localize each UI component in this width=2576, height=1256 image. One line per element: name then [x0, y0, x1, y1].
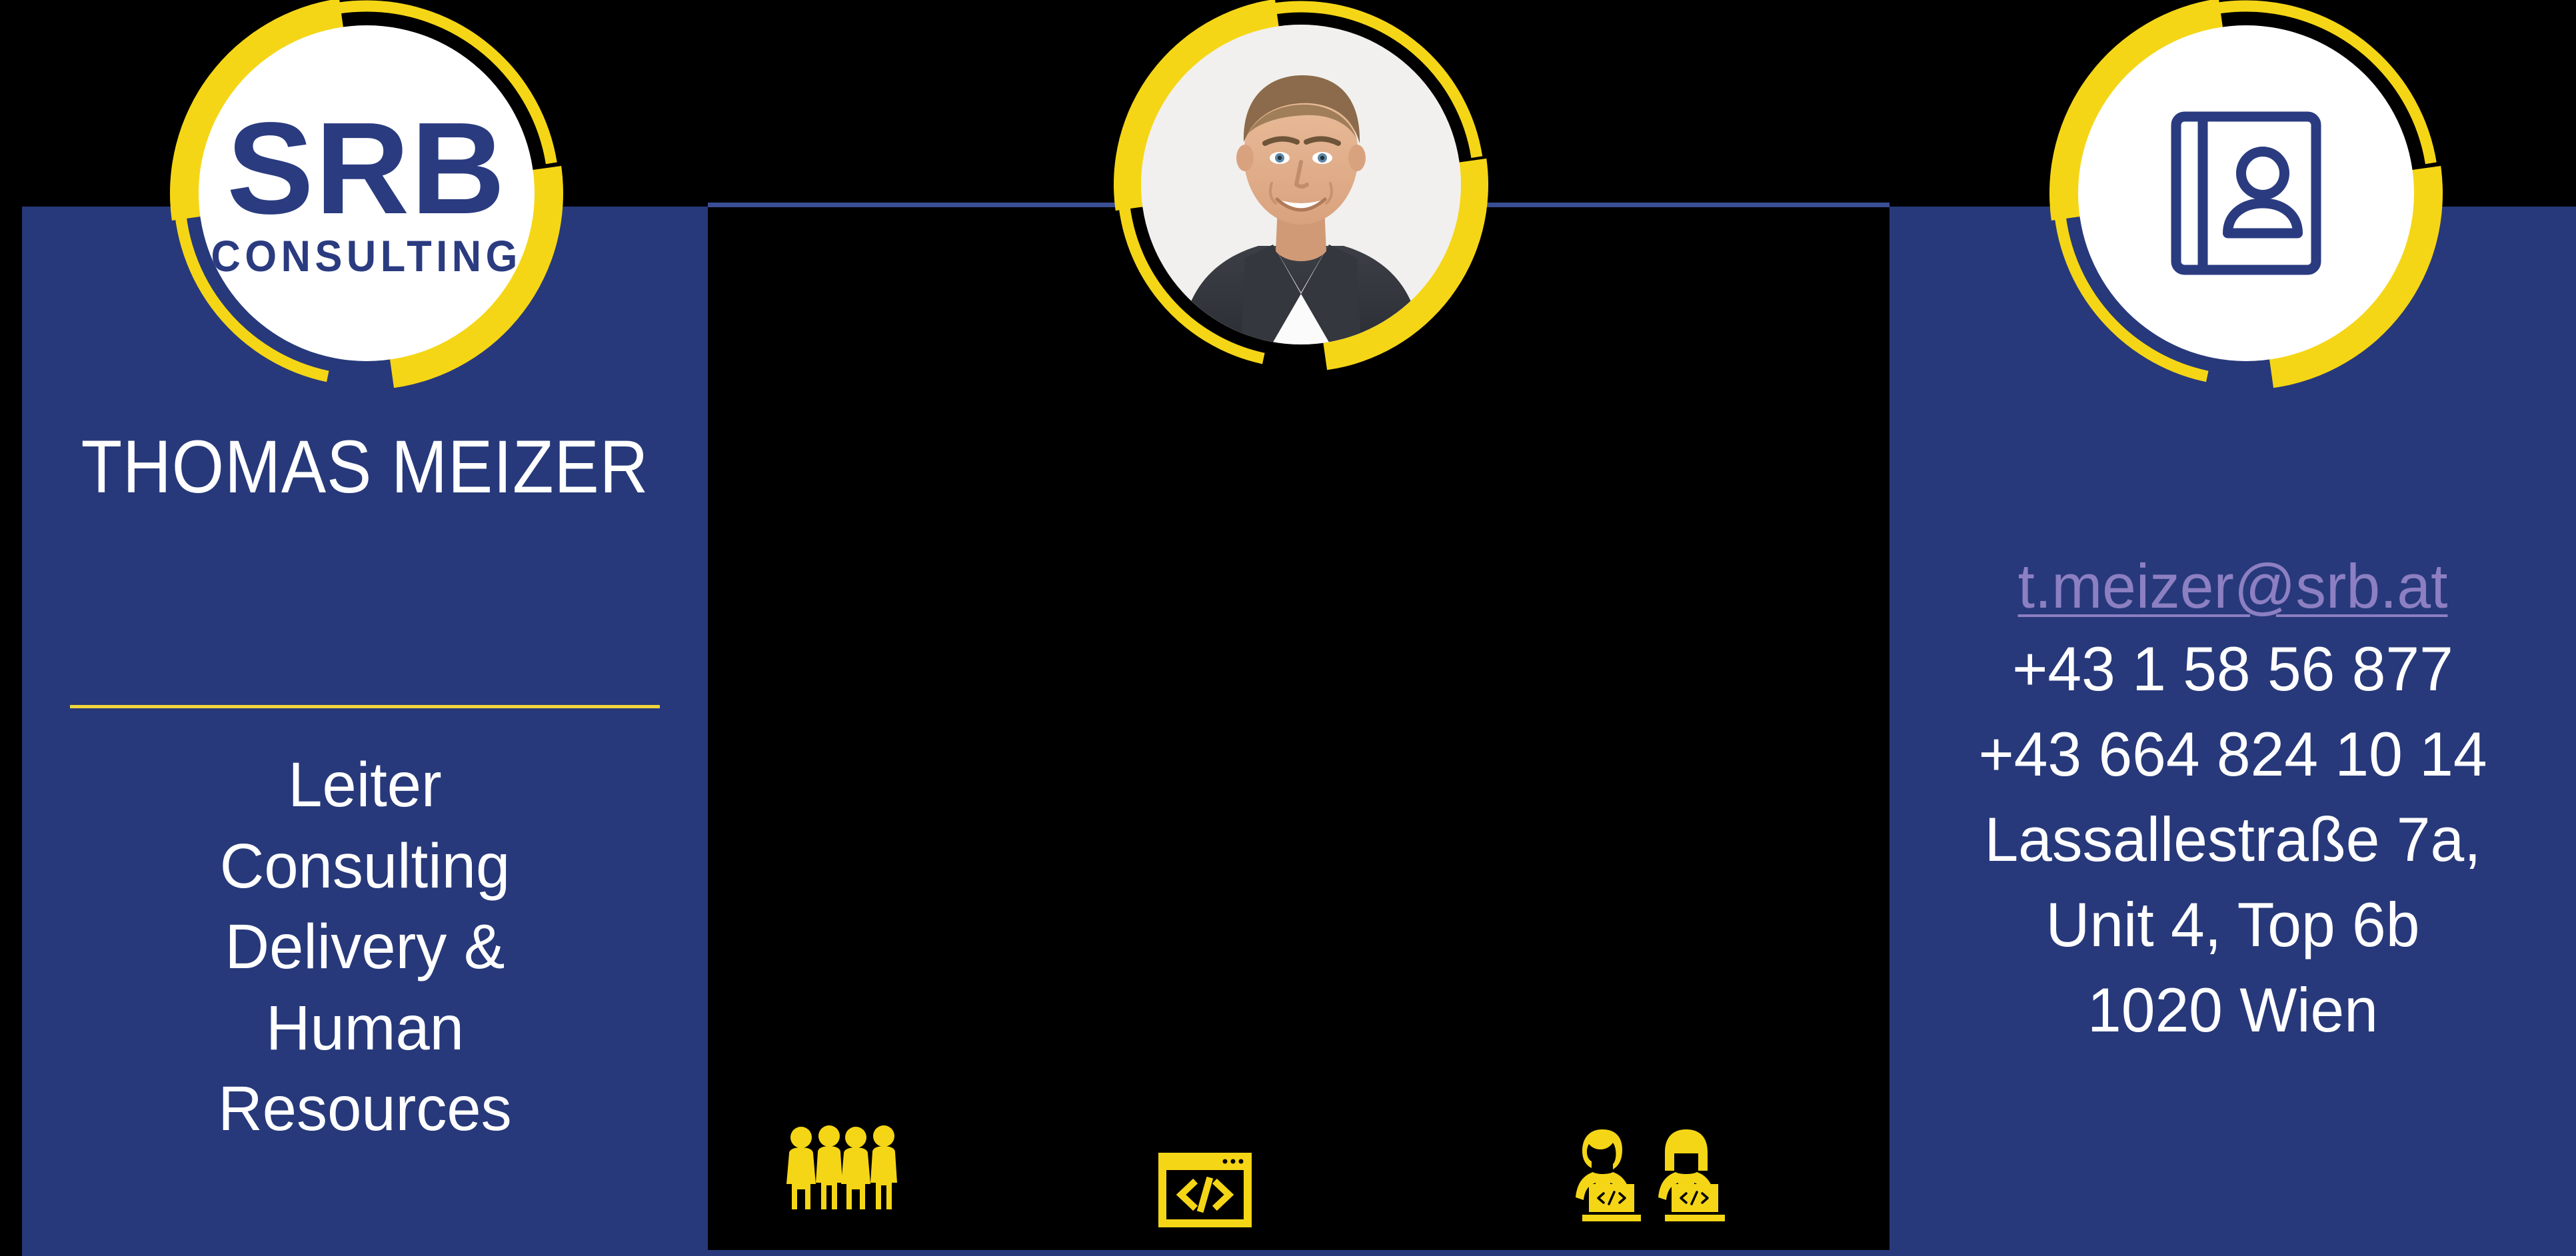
srb-logo-badge: SRB CONSULTING [160, 0, 573, 400]
logo-disc: SRB CONSULTING [199, 25, 535, 361]
portrait-photo [1141, 25, 1461, 344]
team-group-icon [786, 1125, 897, 1209]
email-link[interactable]: t.meizer@srb.at [1906, 546, 2559, 626]
phone-office[interactable]: +43 1 58 56 877 [1906, 626, 2559, 712]
center-bottom-divider [708, 1250, 1890, 1256]
contact-book-disc [2078, 25, 2414, 361]
contact-book-badge [2039, 0, 2453, 400]
developers-at-laptops-icon [1576, 1129, 1725, 1221]
address-line-2: Unit 4, Top 6b [2045, 889, 2420, 959]
person-name: THOMAS MEIZER [81, 425, 649, 508]
address-line-3: 1020 Wien [2087, 974, 2378, 1045]
address-line-1: Lassallestraße 7a, [1984, 804, 2481, 874]
business-card-signature: SRB CONSULTING THOMAS MEIZER Leiter Cons… [0, 0, 2576, 1256]
role-line: Leiter [288, 750, 442, 820]
portrait-disc [1141, 25, 1461, 344]
srb-logo-primary: SRB [227, 95, 507, 241]
role-title: Leiter Consulting Delivery & Human Resou… [50, 745, 680, 1150]
portrait-badge [1104, 0, 1498, 381]
srb-wordmark: SRB CONSULTING [199, 95, 533, 281]
role-line: Human [265, 992, 465, 1063]
role-line: Consulting [219, 830, 511, 902]
contact-book-icon [2171, 111, 2321, 275]
service-icon-strip [708, 1093, 1890, 1250]
contact-details: t.meizer@srb.at +43 1 58 56 877 +43 664 … [1896, 546, 2569, 1052]
role-line: Delivery & [225, 912, 505, 983]
srb-logo-secondary: CONSULTING [211, 231, 523, 281]
role-divider [70, 705, 660, 708]
role-line: Resources [218, 1073, 512, 1145]
phone-mobile[interactable]: +43 664 824 10 14 [1906, 712, 2559, 797]
code-window-icon [1158, 1153, 1252, 1227]
